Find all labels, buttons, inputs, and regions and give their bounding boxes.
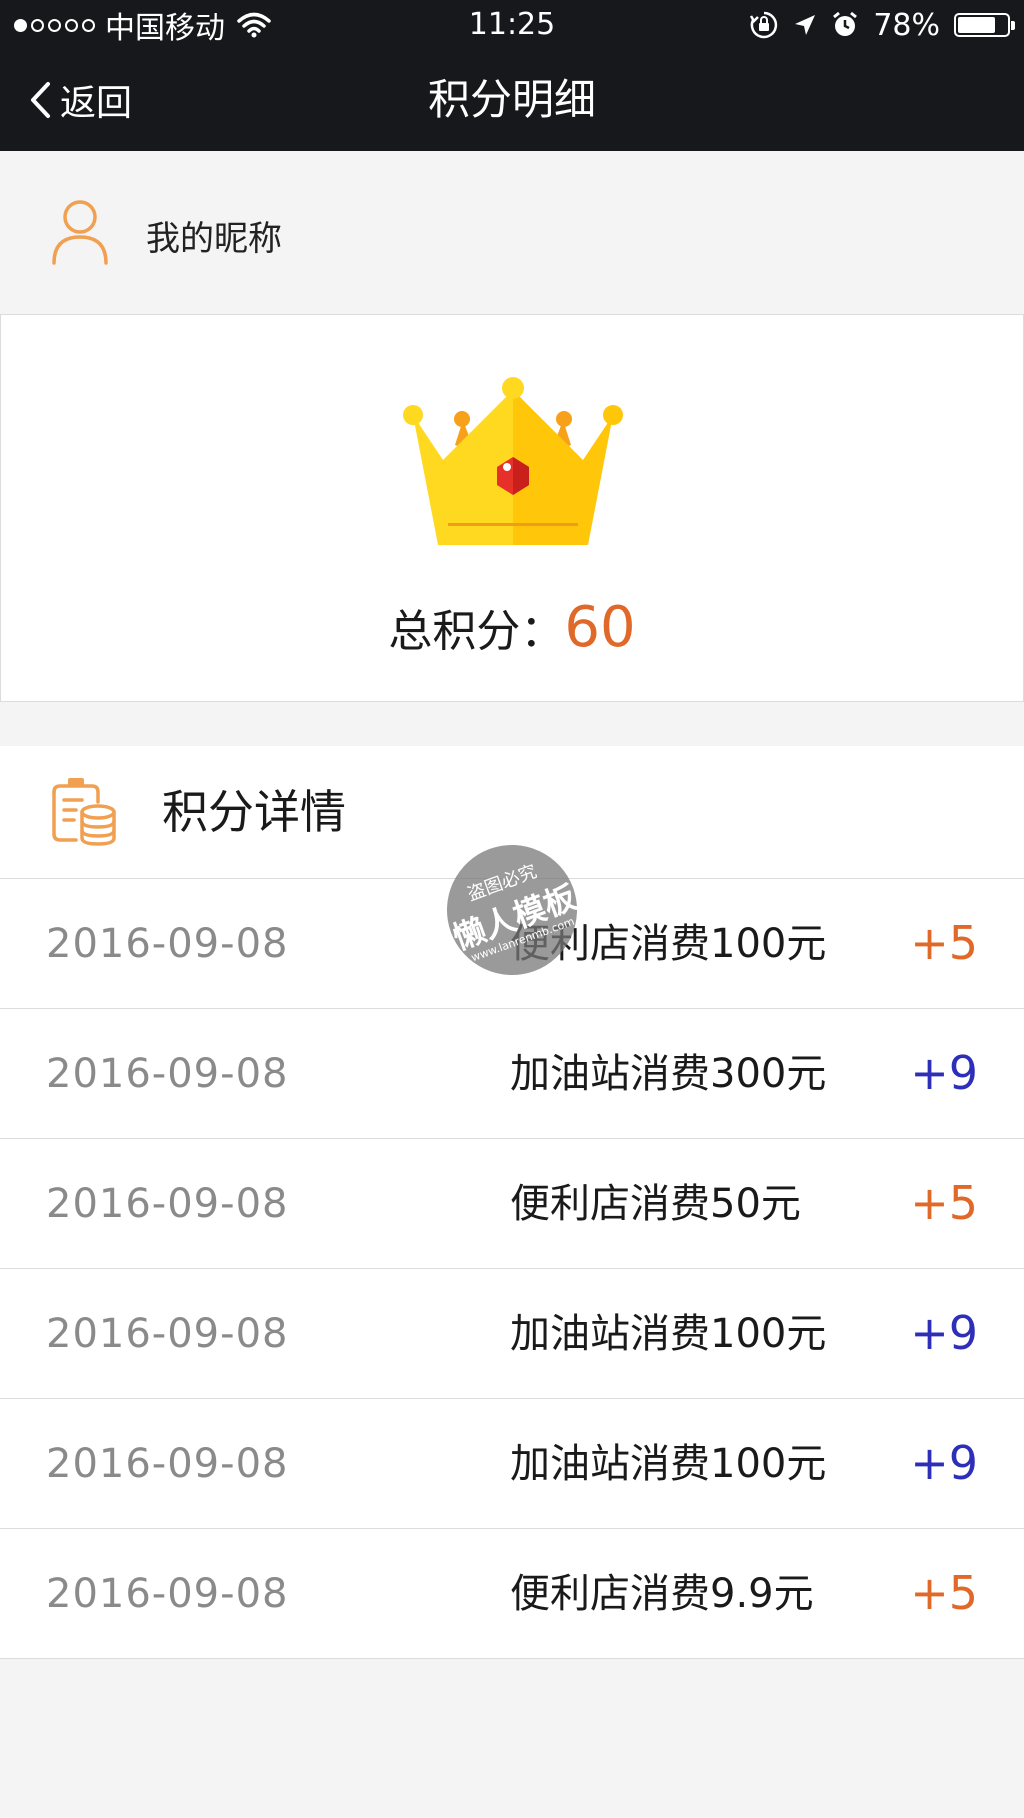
item-description: 加油站消费100元 — [510, 1441, 827, 1487]
item-date: 2016-09-08 — [46, 921, 289, 967]
status-right: 78% — [749, 6, 1015, 44]
status-bar: 中国移动 11:25 78% — [0, 0, 1024, 50]
points-card: 总积分：60 — [0, 314, 1024, 702]
item-date: 2016-09-08 — [46, 1311, 289, 1357]
battery-percent: 78% — [873, 7, 940, 43]
lock-rotation-icon — [750, 11, 778, 39]
item-points: +5 — [910, 916, 978, 970]
nav-bar: 返回 积分明细 — [0, 50, 1024, 151]
item-points: +5 — [910, 1566, 978, 1620]
top-bar: 中国移动 11:25 78% 返回 积分明细 — [0, 0, 1024, 151]
coins-icon — [52, 778, 116, 846]
user-row[interactable]: 我的昵称 — [0, 151, 1024, 314]
list-item[interactable]: 2016-09-08 便利店消费9.9元 +5 — [0, 1529, 1024, 1659]
alarm-icon — [833, 11, 858, 36]
user-icon — [52, 200, 108, 265]
page-title: 积分明细 — [427, 75, 596, 124]
crown-icon — [403, 377, 623, 545]
points-list: 2016-09-08 便利店消费100元 +5 2016-09-08 加油站消费300元… — [0, 879, 1024, 1659]
list-item[interactable]: 2016-09-08 便利店消费50元 +5 — [0, 1139, 1024, 1269]
details-title: 积分详情 — [162, 785, 346, 839]
item-points: +9 — [910, 1436, 978, 1490]
total-points-value: 60 — [564, 595, 636, 660]
item-date: 2016-09-08 — [46, 1441, 289, 1487]
total-points-label: 总积分： — [388, 606, 565, 657]
item-date: 2016-09-08 — [46, 1051, 289, 1097]
location-arrow-icon — [795, 15, 816, 35]
user-nickname: 我的昵称 — [146, 219, 282, 259]
item-points: +5 — [910, 1176, 978, 1230]
list-item[interactable]: 2016-09-08 加油站消费100元 +9 — [0, 1269, 1024, 1399]
item-description: 加油站消费300元 — [510, 1051, 827, 1097]
item-date: 2016-09-08 — [46, 1181, 289, 1227]
item-date: 2016-09-08 — [46, 1571, 289, 1617]
item-points: +9 — [910, 1306, 978, 1360]
list-item[interactable]: 2016-09-08 加油站消费300元 +9 — [0, 1009, 1024, 1139]
list-item[interactable]: 2016-09-08 加油站消费100元 +9 — [0, 1399, 1024, 1529]
item-description: 加油站消费100元 — [510, 1311, 827, 1357]
item-description: 便利店消费9.9元 — [510, 1571, 814, 1617]
item-points: +9 — [910, 1046, 978, 1100]
total-points: 总积分：60 — [1, 593, 1023, 676]
battery-icon — [954, 13, 1015, 37]
item-description: 便利店消费50元 — [510, 1181, 801, 1227]
